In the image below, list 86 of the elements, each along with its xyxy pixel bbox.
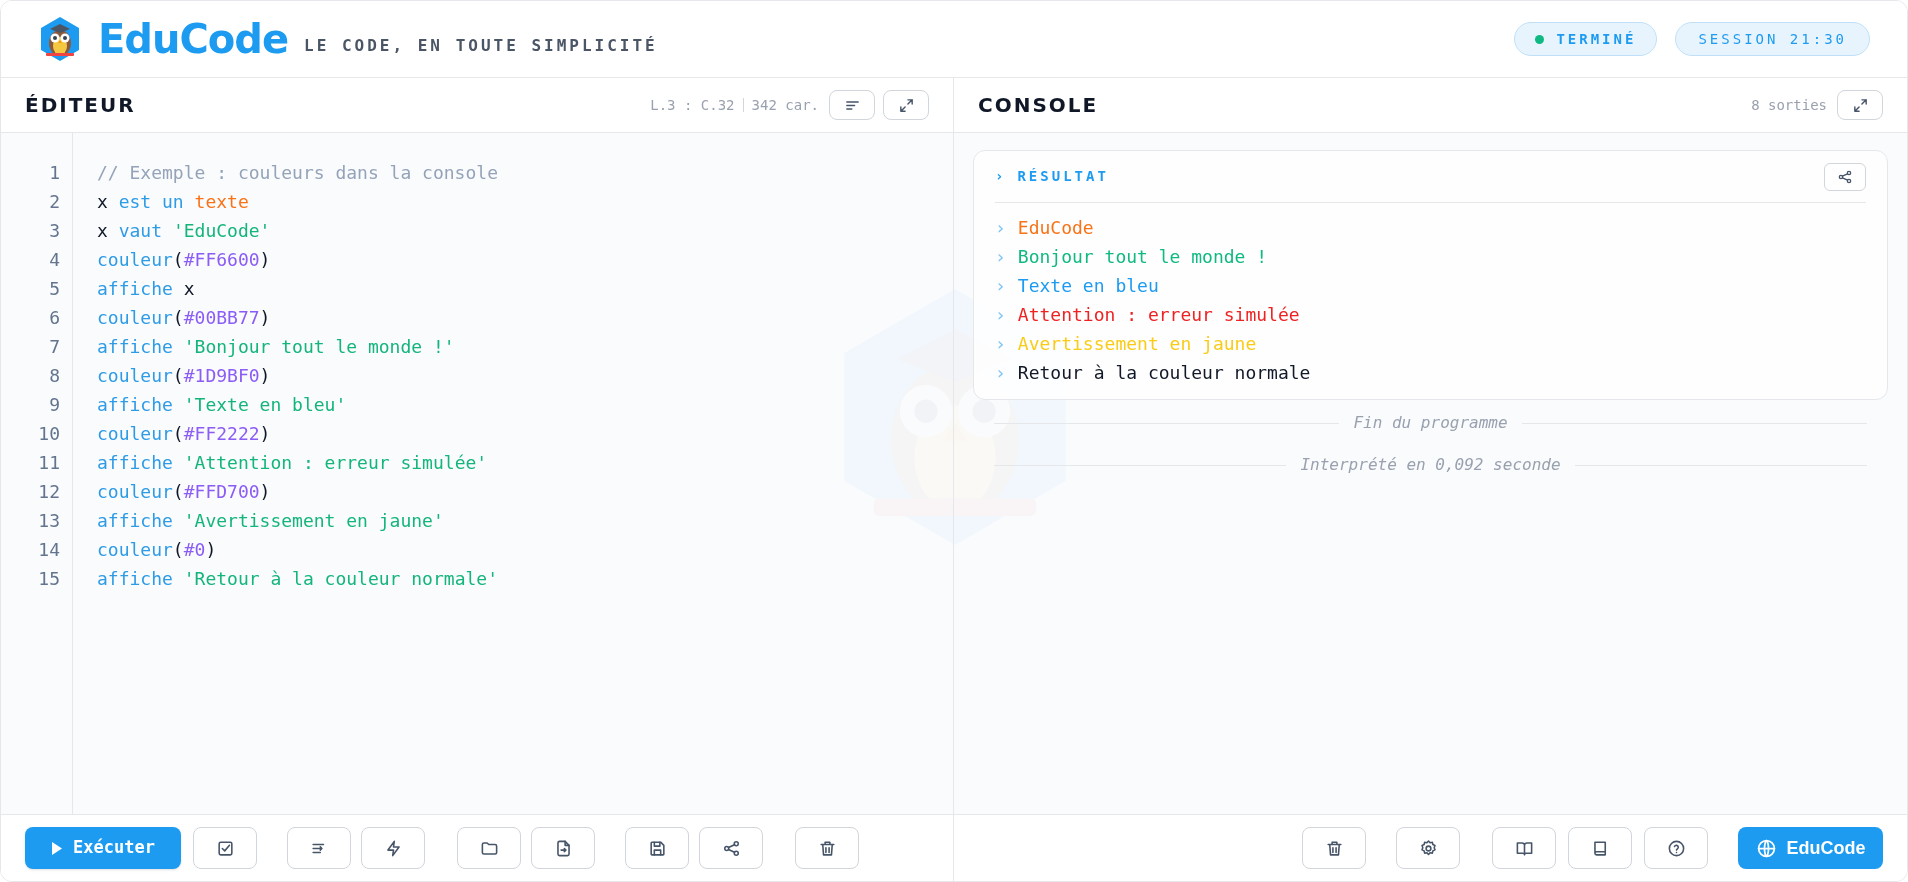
output-line: Attention : erreur simulée <box>1017 303 1300 327</box>
code-line: x vaut 'EduCode' <box>97 219 271 243</box>
save-icon <box>647 838 667 858</box>
line-number: 13 <box>38 509 60 533</box>
output-line: Texte en bleu <box>1017 274 1159 298</box>
code-line: affiche 'Bonjour tout le monde !' <box>97 335 455 359</box>
check-button[interactable] <box>193 827 257 869</box>
expand-icon <box>1851 96 1869 114</box>
import-button[interactable] <box>531 827 595 869</box>
output-line: Avertissement en jaune <box>1017 332 1257 356</box>
expand-button[interactable] <box>1837 90 1883 120</box>
code-line: // Exemple : couleurs dans la console <box>97 161 498 185</box>
panel-title: ÉDITEUR <box>25 92 136 119</box>
app-title: EduCode <box>98 19 289 59</box>
code-line: x est un texte <box>97 190 249 214</box>
line-number: 7 <box>49 335 60 359</box>
quick-run-button[interactable] <box>361 827 425 869</box>
expand-icon <box>897 96 915 114</box>
share-icon <box>721 838 741 858</box>
line-number: 8 <box>49 364 60 388</box>
open-button[interactable] <box>457 827 521 869</box>
help-button[interactable] <box>1644 827 1708 869</box>
output-line: Retour à la couleur normale <box>1017 361 1311 385</box>
line-number: 15 <box>38 567 60 591</box>
code-line: affiche x <box>97 277 195 301</box>
heading-marker: › <box>995 167 1004 186</box>
play-icon <box>51 841 64 855</box>
share-button[interactable] <box>1824 162 1866 191</box>
panel-title: CONSOLE <box>978 92 1099 119</box>
globe-icon <box>1755 837 1777 859</box>
line-number: 9 <box>49 393 60 417</box>
help-icon <box>1666 838 1686 858</box>
brand-button[interactable]: EduCode <box>1738 827 1883 869</box>
line-number: 6 <box>49 306 60 330</box>
line-number: 14 <box>38 538 60 562</box>
trash-icon <box>817 838 837 858</box>
code-line: couleur(#0) <box>97 538 217 562</box>
code-line: affiche 'Attention : erreur simulée' <box>97 451 488 475</box>
save-button[interactable] <box>625 827 689 869</box>
line-number: 11 <box>38 451 60 475</box>
line-number: 2 <box>49 190 60 214</box>
settings-icon <box>1418 838 1438 858</box>
line-number: 4 <box>49 248 60 272</box>
code-line: couleur(#FF6600) <box>97 248 271 272</box>
output-marker: › <box>995 216 1006 240</box>
end-note: Fin du programme <box>1353 412 1508 434</box>
code-line: affiche 'Avertissement en jaune' <box>97 509 444 533</box>
check-square-icon <box>215 838 235 858</box>
output-marker: › <box>995 332 1006 356</box>
delete-button[interactable] <box>1302 827 1366 869</box>
code-line: couleur(#FFD700) <box>97 480 271 504</box>
output-marker: › <box>995 303 1006 327</box>
output-line: Bonjour tout le monde ! <box>1017 245 1268 269</box>
cursor-position: L.3 : C.32 <box>650 95 735 115</box>
expand-button[interactable] <box>883 90 929 120</box>
code-line: affiche 'Retour à la couleur normale' <box>97 567 498 591</box>
line-number: 5 <box>49 277 60 301</box>
code-line: couleur(#00BB77) <box>97 306 271 330</box>
session-badge: SESSION 21:30 <box>1675 22 1870 56</box>
line-number: 10 <box>38 422 60 446</box>
format-button[interactable] <box>829 90 875 120</box>
output-marker: › <box>995 361 1006 385</box>
status-label: TERMINÉ <box>1556 29 1637 49</box>
code-line: couleur(#1D9BF0) <box>97 364 271 388</box>
result-heading: RÉSULTAT <box>1017 167 1109 186</box>
output-count: 8 sorties <box>1751 95 1827 115</box>
share-icon <box>1837 168 1853 185</box>
run-button[interactable]: Exécuter <box>25 827 181 869</box>
tagline: LE CODE, EN TOUTE SIMPLICITÉ <box>304 35 658 57</box>
settings-button[interactable] <box>1396 827 1460 869</box>
character-count: 342 car. <box>751 95 819 115</box>
line-number: 3 <box>49 219 60 243</box>
timing-note: Interprété en 0,092 seconde <box>1300 454 1561 476</box>
output-line: EduCode <box>1017 216 1094 240</box>
code-line: affiche 'Texte en bleu' <box>97 393 347 417</box>
guide-button[interactable] <box>1492 827 1556 869</box>
manual-button[interactable] <box>1568 827 1632 869</box>
output-marker: › <box>995 274 1006 298</box>
code-line: couleur(#FF2222) <box>97 422 271 446</box>
line-number: 12 <box>38 480 60 504</box>
trash-icon <box>1324 838 1344 858</box>
owl-logo-icon <box>38 16 82 62</box>
share-button[interactable] <box>699 827 763 869</box>
line-number: 1 <box>49 161 60 185</box>
delete-button[interactable] <box>795 827 859 869</box>
output-marker: › <box>995 245 1006 269</box>
